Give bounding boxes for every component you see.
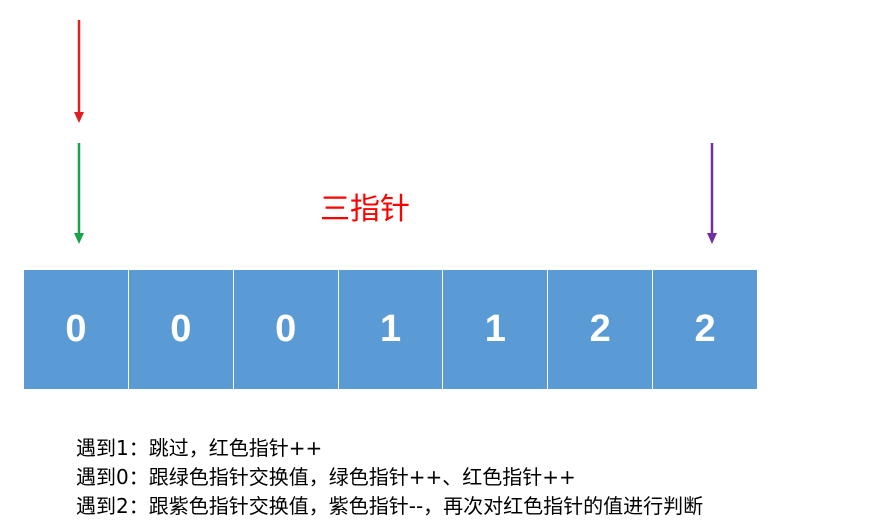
array-cell-1: 0 [127,270,233,389]
array-row: 0 0 0 1 1 2 2 [24,270,757,389]
green-pointer-arrow [73,143,85,247]
purple-arrow-icon [707,143,717,244]
array-cell-2: 0 [232,270,338,389]
red-pointer-arrow [73,20,85,124]
note-line-2: 遇到2：跟紫色指针交换值，紫色指针--，再次对红色指针的值进行判断 [76,494,704,518]
note-line-0: 遇到0：跟绿色指针交换值，绿色指针++、红色指针++ [76,465,576,489]
rules-notes: 遇到1：跳过，红色指针++ 遇到0：跟绿色指针交换值，绿色指针++、红色指针++… [76,434,703,521]
note-line-1: 遇到1：跳过，红色指针++ [76,436,323,460]
array-cell-6: 2 [652,270,757,389]
array-cell-3: 1 [337,270,443,389]
green-arrow-icon [74,143,84,244]
array-cell-0: 0 [65,308,87,350]
purple-pointer-arrow [706,143,718,247]
array-cell-4: 1 [442,270,547,389]
diagram-title: 三指针 [320,192,410,227]
array-cell-5: 2 [547,270,652,389]
red-arrow-icon [74,20,84,123]
